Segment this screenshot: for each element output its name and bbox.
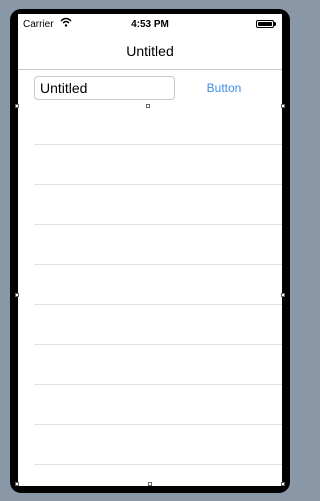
title-text-field[interactable] xyxy=(34,76,175,100)
navigation-bar: Untitled xyxy=(18,34,282,70)
resize-handle[interactable] xyxy=(148,482,152,486)
table-row[interactable] xyxy=(18,265,282,305)
table-row[interactable] xyxy=(18,385,282,425)
resize-handle[interactable] xyxy=(15,293,19,297)
resize-handle[interactable] xyxy=(281,293,285,297)
action-button[interactable]: Button xyxy=(202,78,246,98)
battery-tip xyxy=(274,22,276,26)
table-row[interactable] xyxy=(18,145,282,185)
table-row[interactable] xyxy=(18,185,282,225)
status-time: 4:53 PM xyxy=(131,19,169,30)
resize-handle[interactable] xyxy=(281,482,285,486)
resize-handle[interactable] xyxy=(15,104,19,108)
nav-title: Untitled xyxy=(126,43,174,59)
table-view[interactable] xyxy=(18,106,282,486)
status-bar: Carrier 4:53 PM xyxy=(18,14,282,34)
resize-handle[interactable] xyxy=(281,104,285,108)
resize-handle[interactable] xyxy=(15,482,19,486)
resize-handle[interactable] xyxy=(146,104,150,108)
table-row[interactable] xyxy=(18,425,282,465)
battery-icon xyxy=(256,20,274,28)
screen: Carrier 4:53 PM Untitled Button xyxy=(18,14,282,486)
table-row[interactable] xyxy=(18,225,282,265)
table-row[interactable] xyxy=(18,105,282,145)
table-row[interactable] xyxy=(18,345,282,385)
table-row[interactable] xyxy=(18,305,282,345)
